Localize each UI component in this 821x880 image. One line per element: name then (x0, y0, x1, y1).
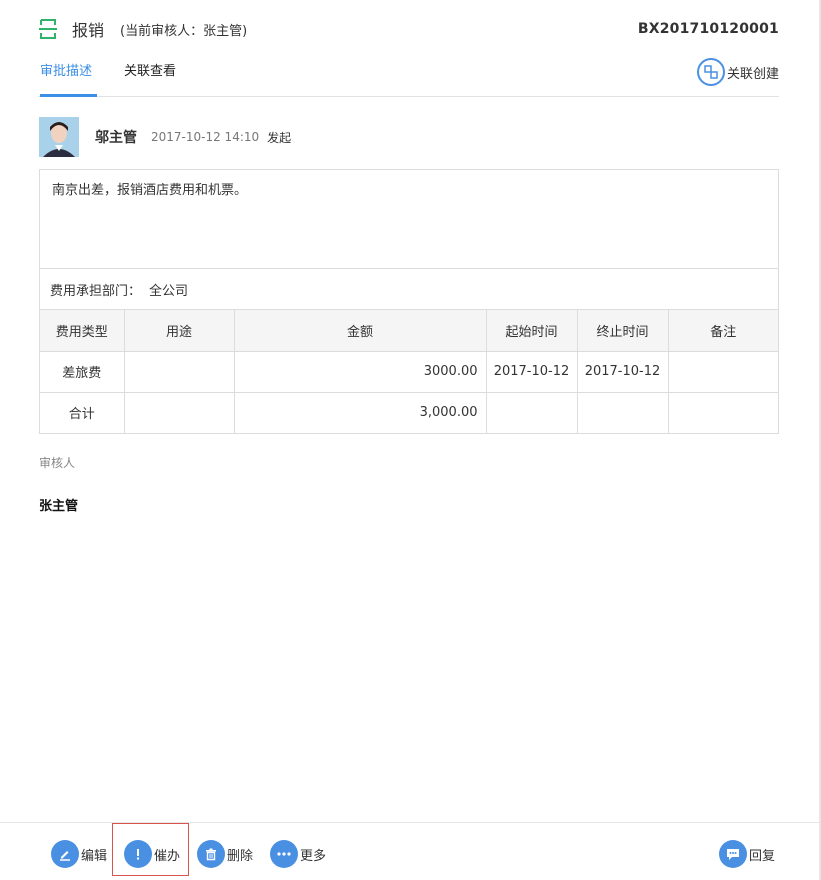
more-button[interactable]: 更多 (270, 840, 326, 868)
delete-button[interactable]: 删除 (197, 840, 253, 868)
link-create-icon (696, 58, 725, 86)
description-text: 南京出差，报销酒店费用和机票。 (40, 170, 778, 269)
link-create-label: 关联创建 (726, 66, 779, 82)
table-row: 差旅费 3000.00 2017-10-12 2017-10-12 (40, 351, 778, 393)
department-row: 费用承担部门： 全公司 (40, 269, 778, 310)
document-code: BX201710120001 (637, 21, 779, 37)
reviewers-label: 审核人 (39, 456, 76, 470)
tab-related-view[interactable]: 关联查看 (124, 60, 176, 79)
department-label: 费用承担部门： (50, 283, 142, 299)
author-row: 邬主管 2017-10-12 14:10 发起 (39, 117, 291, 157)
table-cell (577, 392, 669, 433)
avatar (39, 117, 79, 157)
table-cell (486, 392, 578, 433)
tab-approval-description[interactable]: 审批描述 (40, 60, 92, 79)
action-footer: 编辑 催办 删除 更多 回复 (0, 822, 821, 880)
department-value: 全公司 (149, 283, 189, 299)
reviewer-name: 张主管 (39, 499, 79, 514)
trash-icon (197, 840, 225, 868)
table-cell (668, 392, 778, 433)
table-cell: 合计 (40, 392, 125, 433)
edit-label: 编辑 (81, 848, 108, 864)
author-name: 邬主管 (95, 130, 137, 146)
column-header: 终止时间 (577, 310, 669, 352)
expense-detail-box: 南京出差，报销酒店费用和机票。 费用承担部门： 全公司 费用类型 用途 金额 起… (39, 169, 779, 434)
table-total-row: 合计 3,000.00 (40, 392, 778, 433)
expense-table: 费用类型 用途 金额 起始时间 终止时间 备注 差旅费 3000.00 2017… (40, 310, 778, 433)
exclamation-icon (124, 840, 152, 868)
column-header: 用途 (124, 310, 235, 352)
tab-active-indicator (40, 94, 97, 97)
column-header: 起始时间 (486, 310, 578, 352)
table-cell: 2017-10-12 (486, 351, 578, 393)
document-icon (38, 18, 58, 40)
column-header: 费用类型 (40, 310, 125, 352)
link-create-button[interactable]: 关联创建 (696, 58, 779, 86)
column-header: 金额 (234, 310, 487, 352)
urge-button[interactable]: 催办 (124, 840, 180, 868)
chat-bubble-icon (719, 840, 747, 868)
tab-bar: 审批描述 关联查看 关联创建 (38, 54, 779, 97)
table-cell: 差旅费 (40, 351, 125, 393)
table-cell: 3000.00 (234, 351, 487, 393)
column-header: 备注 (668, 310, 778, 352)
more-dots-icon (270, 840, 298, 868)
table-cell (124, 392, 235, 433)
table-cell: 3,000.00 (234, 392, 487, 433)
table-cell (124, 351, 235, 393)
table-cell (668, 351, 778, 393)
author-action: 发起 (267, 130, 292, 145)
delete-label: 删除 (227, 848, 254, 864)
edit-icon (51, 840, 79, 868)
urge-label: 催办 (154, 848, 181, 864)
page-header: 报销 (当前审核人：张主管) BX201710120001 (38, 16, 779, 42)
current-reviewer: (当前审核人：张主管) (120, 23, 248, 39)
reply-label: 回复 (749, 848, 776, 864)
author-time: 2017-10-12 14:10 (151, 130, 260, 144)
reply-button[interactable]: 回复 (719, 840, 775, 868)
table-header-row: 费用类型 用途 金额 起始时间 终止时间 备注 (40, 310, 778, 352)
table-cell: 2017-10-12 (577, 351, 669, 393)
page-title: 报销 (72, 21, 105, 40)
more-label: 更多 (300, 848, 327, 864)
edit-button[interactable]: 编辑 (51, 840, 107, 868)
